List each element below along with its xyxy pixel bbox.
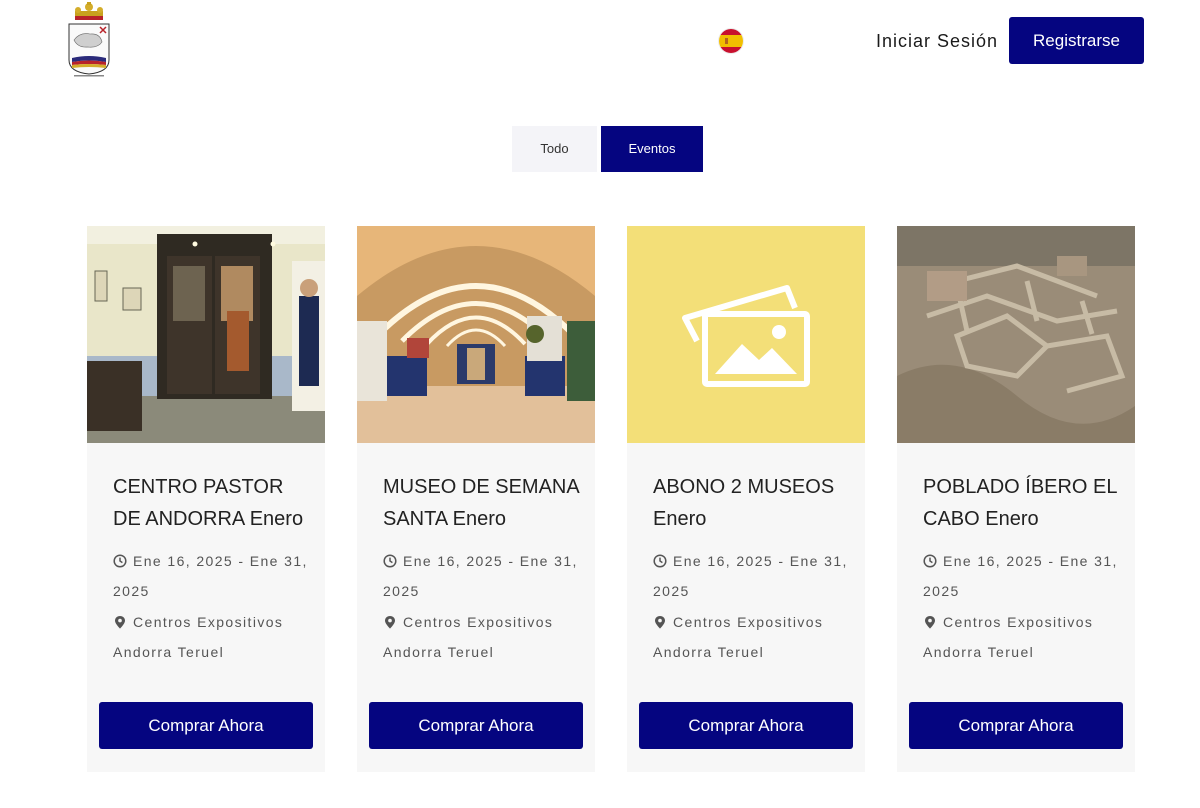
map-pin-icon — [925, 616, 935, 629]
event-image[interactable] — [627, 226, 865, 443]
museum-hall-photo — [357, 226, 595, 443]
filter-tabs: Todo Eventos — [512, 126, 703, 172]
event-card: POBLADO ÍBERO EL CABO Enero Ene 16, 2025… — [897, 226, 1135, 772]
event-title[interactable]: ABONO 2 MUSEOS Enero — [653, 471, 853, 535]
event-title[interactable]: MUSEO DE SEMANA SANTA Enero — [383, 471, 583, 535]
buy-now-button[interactable]: Comprar Ahora — [909, 702, 1123, 749]
event-location-text: Centros Expositivos Andorra Teruel — [383, 614, 554, 660]
event-image[interactable] — [897, 226, 1135, 443]
clock-icon — [923, 554, 937, 568]
clock-icon — [383, 554, 397, 568]
event-location: Centros Expositivos Andorra Teruel — [113, 607, 313, 667]
buy-now-button[interactable]: Comprar Ahora — [369, 702, 583, 749]
event-date-text: Ene 16, 2025 - Ene 31, 2025 — [383, 553, 578, 599]
event-date: Ene 16, 2025 - Ene 31, 2025 — [383, 546, 583, 606]
event-date-text: Ene 16, 2025 - Ene 31, 2025 — [923, 553, 1118, 599]
event-location-text: Centros Expositivos Andorra Teruel — [923, 614, 1094, 660]
event-date-text: Ene 16, 2025 - Ene 31, 2025 — [113, 553, 308, 599]
tab-events[interactable]: Eventos — [601, 126, 703, 172]
event-location-text: Centros Expositivos Andorra Teruel — [653, 614, 824, 660]
map-pin-icon — [385, 616, 395, 629]
login-link[interactable]: Iniciar Sesión — [876, 28, 998, 54]
museum-entrance-photo — [87, 226, 325, 443]
spain-flag-icon[interactable] — [719, 29, 743, 53]
event-date: Ene 16, 2025 - Ene 31, 2025 — [923, 546, 1123, 606]
event-title[interactable]: POBLADO ÍBERO EL CABO Enero — [923, 471, 1123, 535]
event-card: MUSEO DE SEMANA SANTA Enero Ene 16, 2025… — [357, 226, 595, 772]
archaeological-site-photo — [897, 226, 1135, 443]
map-pin-icon — [655, 616, 665, 629]
map-pin-icon — [115, 616, 125, 629]
event-location: Centros Expositivos Andorra Teruel — [383, 607, 583, 667]
clock-icon — [113, 554, 127, 568]
event-date: Ene 16, 2025 - Ene 31, 2025 — [113, 546, 313, 606]
buy-now-button[interactable]: Comprar Ahora — [639, 702, 853, 749]
event-card: CENTRO PASTOR DE ANDORRA Enero Ene 16, 2… — [87, 226, 325, 772]
buy-now-button[interactable]: Comprar Ahora — [99, 702, 313, 749]
tab-all[interactable]: Todo — [512, 126, 597, 172]
event-location-text: Centros Expositivos Andorra Teruel — [113, 614, 284, 660]
event-card-grid: CENTRO PASTOR DE ANDORRA Enero Ene 16, 2… — [0, 226, 1200, 772]
event-image[interactable] — [87, 226, 325, 443]
coat-of-arms-icon[interactable] — [64, 2, 114, 78]
event-title[interactable]: CENTRO PASTOR DE ANDORRA Enero — [113, 471, 313, 535]
event-location: Centros Expositivos Andorra Teruel — [653, 607, 853, 667]
event-card: ABONO 2 MUSEOS Enero Ene 16, 2025 - Ene … — [627, 226, 865, 772]
site-header: Iniciar Sesión Registrarse — [0, 0, 1200, 90]
event-location: Centros Expositivos Andorra Teruel — [923, 607, 1123, 667]
image-placeholder-icon — [627, 226, 865, 443]
event-date-text: Ene 16, 2025 - Ene 31, 2025 — [653, 553, 848, 599]
event-image[interactable] — [357, 226, 595, 443]
event-date: Ene 16, 2025 - Ene 31, 2025 — [653, 546, 853, 606]
clock-icon — [653, 554, 667, 568]
register-button[interactable]: Registrarse — [1009, 17, 1144, 64]
